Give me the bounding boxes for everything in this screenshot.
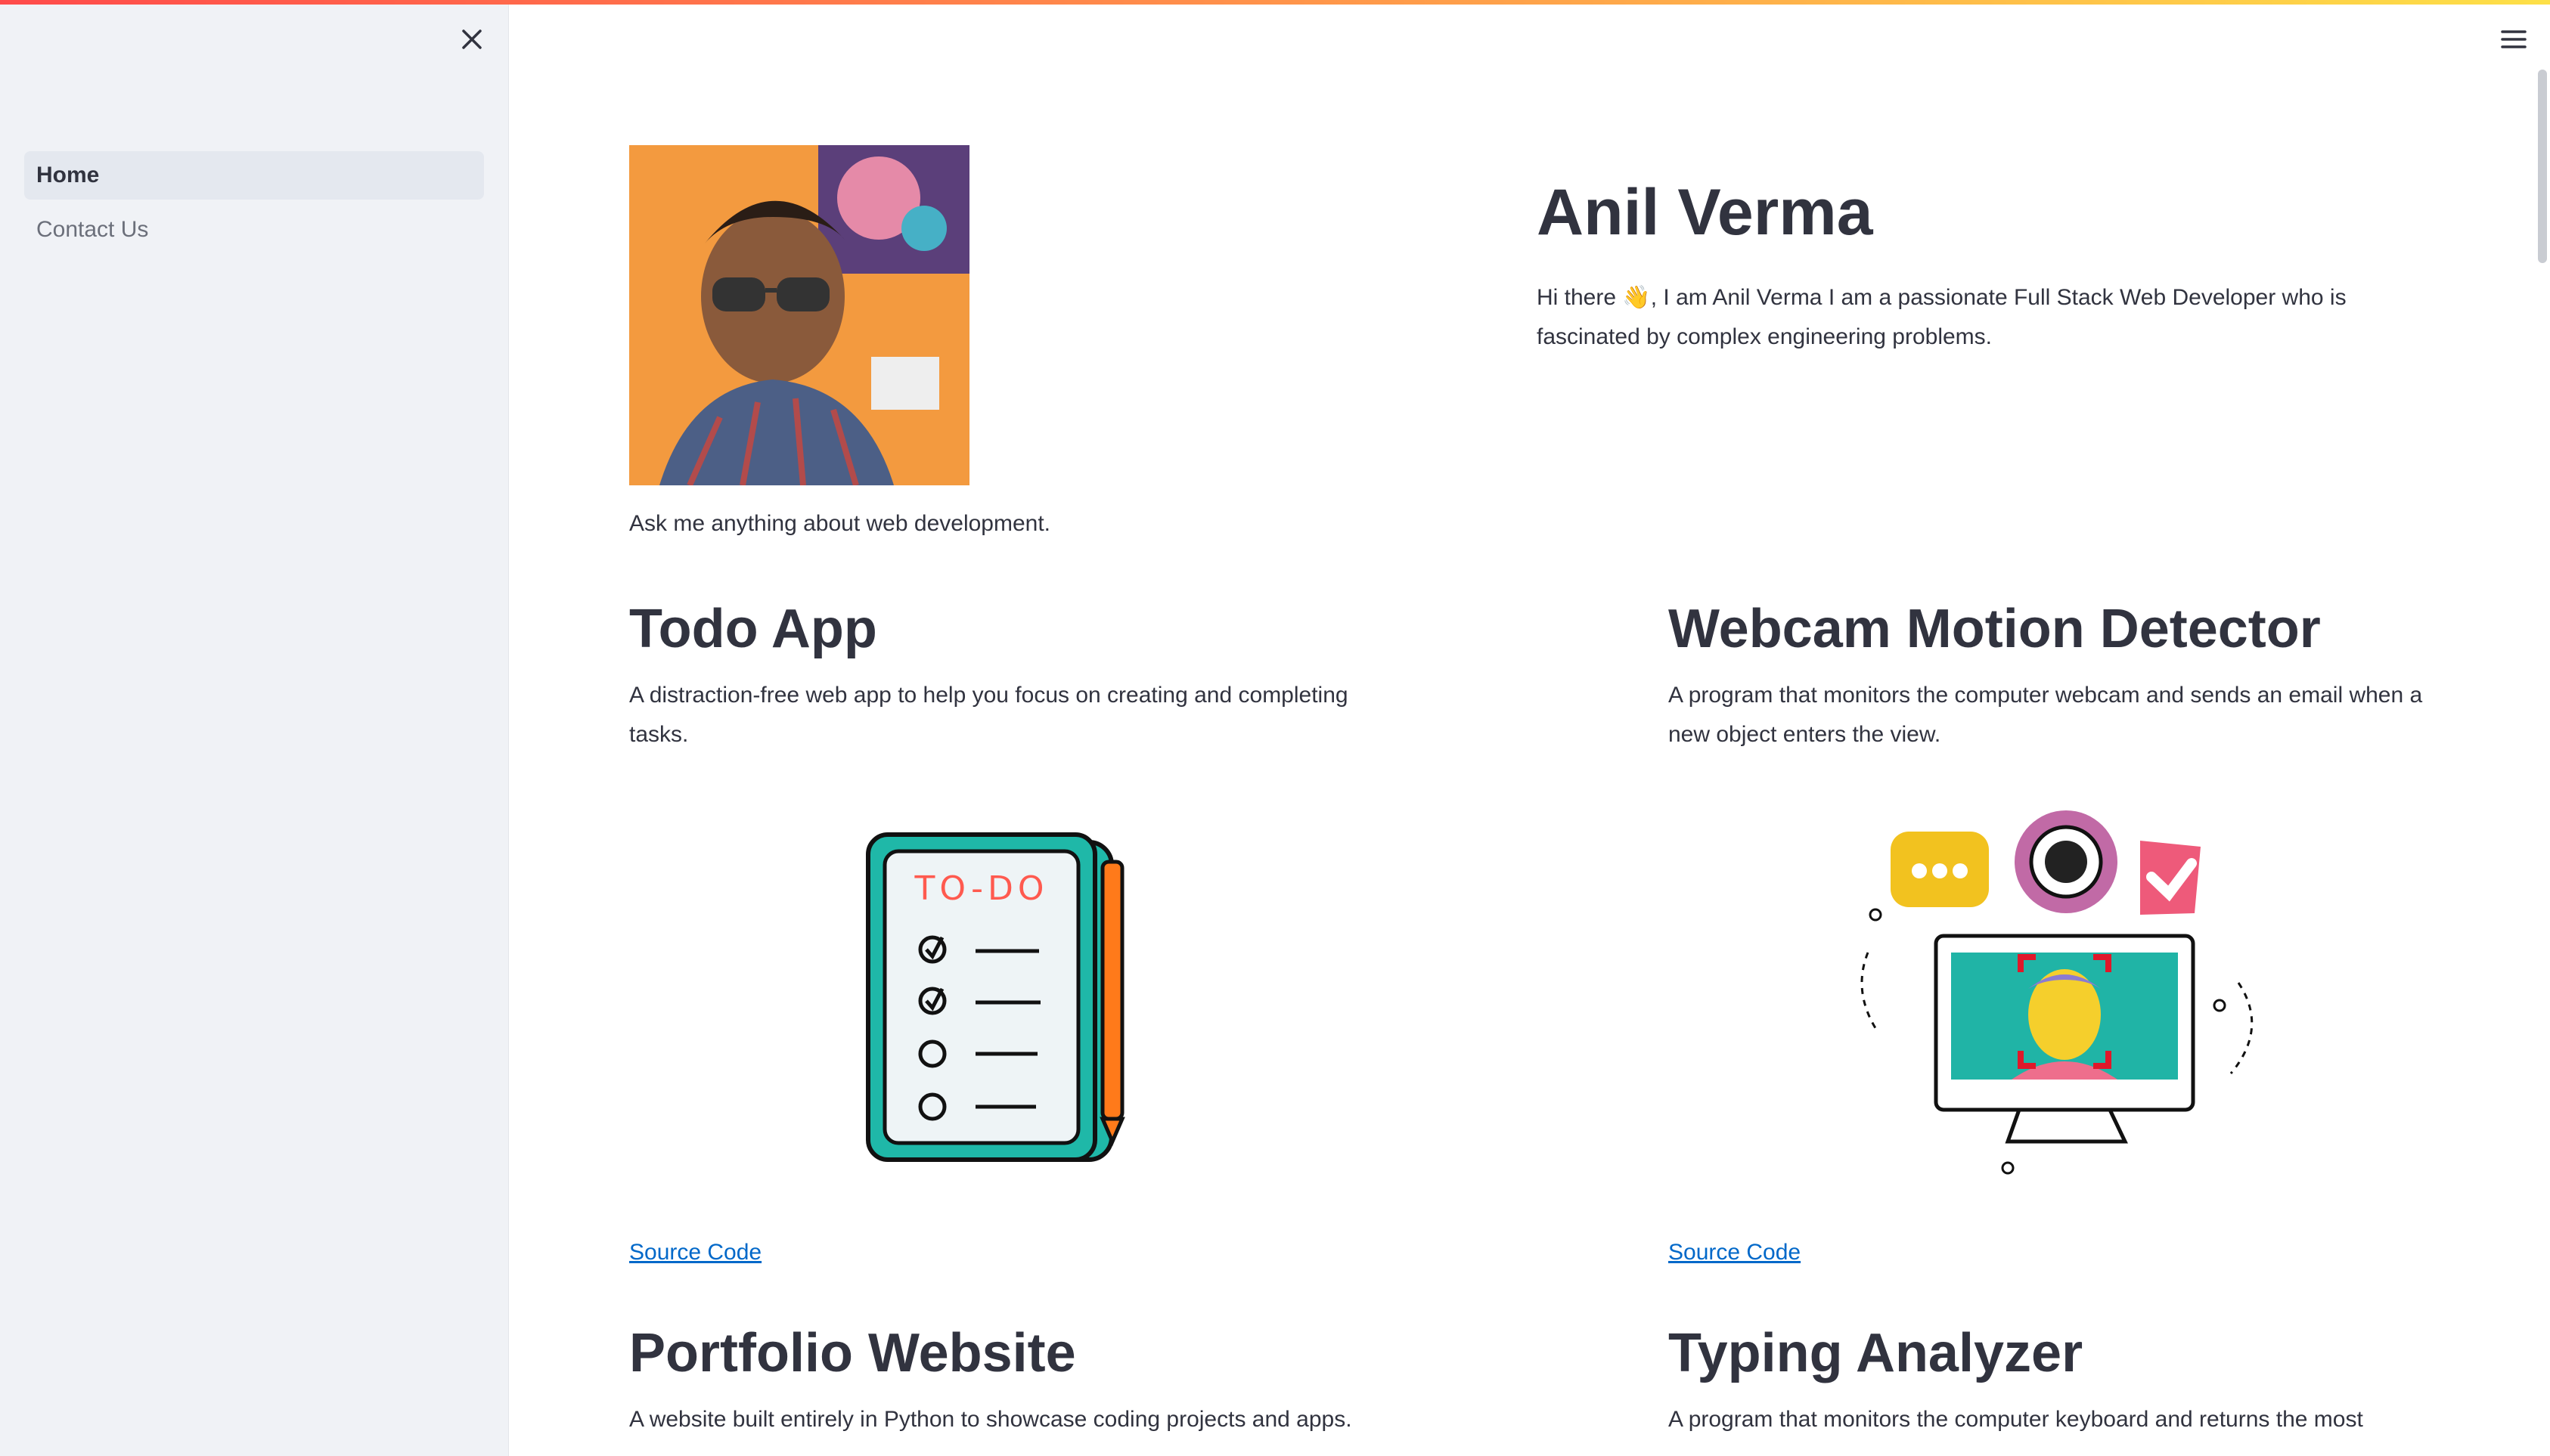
- sidebar-item-home[interactable]: Home: [24, 151, 484, 200]
- todo-illustration-label: TO-DO: [914, 869, 1048, 908]
- sidebar-item-label: Contact Us: [36, 217, 149, 242]
- project-card-todo-app: Todo App A distraction-free web app to h…: [629, 593, 1385, 754]
- project-card-webcam-motion-detector: Webcam Motion Detector A program that mo…: [1668, 593, 2424, 754]
- sidebar-item-contact-us[interactable]: Contact Us: [24, 206, 484, 254]
- sidebar-close-button[interactable]: [451, 18, 493, 60]
- project-card-typing-analyzer: Typing Analyzer A program that monitors …: [1668, 1317, 2424, 1439]
- sidebar: Home Contact Us: [0, 0, 509, 1456]
- project-card-portfolio-website: Portfolio Website A website built entire…: [629, 1317, 1385, 1439]
- hamburger-menu-icon: [2501, 30, 2527, 48]
- todo-app-illustration: TO-DO: [855, 824, 1157, 1176]
- sidebar-nav: Home Contact Us: [24, 151, 484, 260]
- project-description: A distraction-free web app to help you f…: [629, 683, 1348, 747]
- page-title: Anil Verma: [1537, 176, 1873, 249]
- webcam-motion-detector-source-link[interactable]: Source Code: [1668, 1240, 1801, 1265]
- project-title: Portfolio Website: [629, 1323, 1076, 1383]
- project-description: A website built entirely in Python to sh…: [629, 1407, 1352, 1432]
- project-description: A program that monitors the computer web…: [1668, 683, 2423, 747]
- tagline: Ask me anything about web development.: [629, 511, 1051, 536]
- sidebar-item-label: Home: [36, 163, 100, 187]
- project-title: Todo App: [629, 599, 877, 659]
- main-menu-button[interactable]: [2493, 18, 2535, 60]
- page-scrollbar[interactable]: [2538, 70, 2547, 263]
- profile-photo: [629, 145, 969, 485]
- intro-text: Hi there 👋, I am Anil Verma I am a passi…: [1537, 285, 2347, 349]
- header-decoration-bar: [0, 0, 2550, 5]
- close-icon: [462, 29, 482, 49]
- webcam-illustration: [1845, 801, 2284, 1198]
- project-title: Webcam Motion Detector: [1668, 599, 2321, 659]
- todo-app-source-link[interactable]: Source Code: [629, 1240, 762, 1265]
- project-title: Typing Analyzer: [1668, 1323, 2083, 1383]
- project-description: A program that monitors the computer key…: [1668, 1407, 2363, 1432]
